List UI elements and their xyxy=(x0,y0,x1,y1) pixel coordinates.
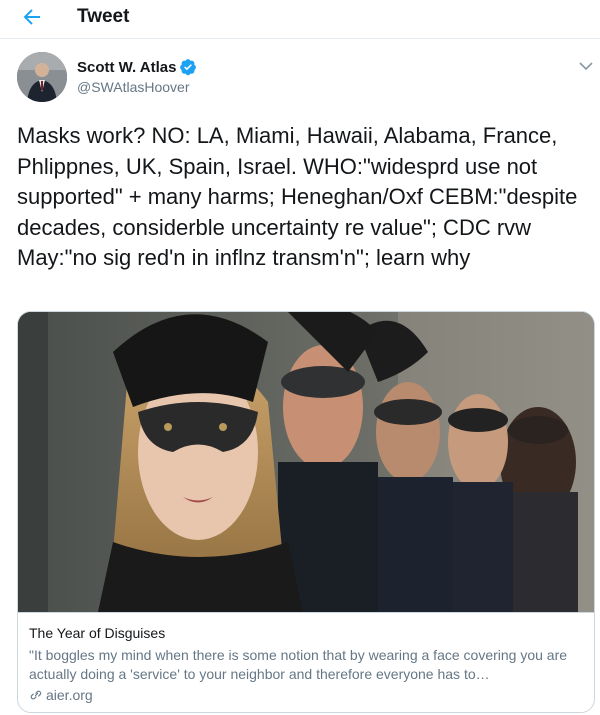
back-arrow-icon[interactable] xyxy=(20,5,46,29)
card-image[interactable] xyxy=(18,312,594,612)
page-title: Tweet xyxy=(77,6,130,27)
back-arrow-glyph xyxy=(23,9,40,25)
card-domain-text[interactable]: aier.org xyxy=(46,687,93,703)
card-description: "It boggles my mind when there is some n… xyxy=(29,647,568,682)
chevron-down-icon[interactable] xyxy=(576,56,596,76)
link-card[interactable]: The Year of Disguises "It boggles my min… xyxy=(17,311,595,713)
avatar-image xyxy=(17,52,67,102)
author-name[interactable]: Scott W. Atlas xyxy=(77,59,176,76)
top-bar: Tweet xyxy=(0,0,600,39)
card-domain[interactable]: aier.org xyxy=(29,687,93,703)
tweet-text: Masks work? NO: LA, Miami, Hawaii, Alaba… xyxy=(17,123,578,270)
card-meta[interactable]: The Year of Disguises "It boggles my min… xyxy=(18,612,594,712)
author-name-row[interactable]: Scott W. Atlas xyxy=(77,58,197,76)
card-title[interactable]: The Year of Disguises xyxy=(29,625,165,641)
chevron-glyph xyxy=(579,62,593,71)
card-photo xyxy=(18,312,594,612)
verified-badge-icon xyxy=(180,59,197,76)
author-handle[interactable]: @SWAtlasHoover xyxy=(77,79,190,95)
avatar[interactable] xyxy=(17,52,67,102)
link-icon xyxy=(30,690,42,700)
